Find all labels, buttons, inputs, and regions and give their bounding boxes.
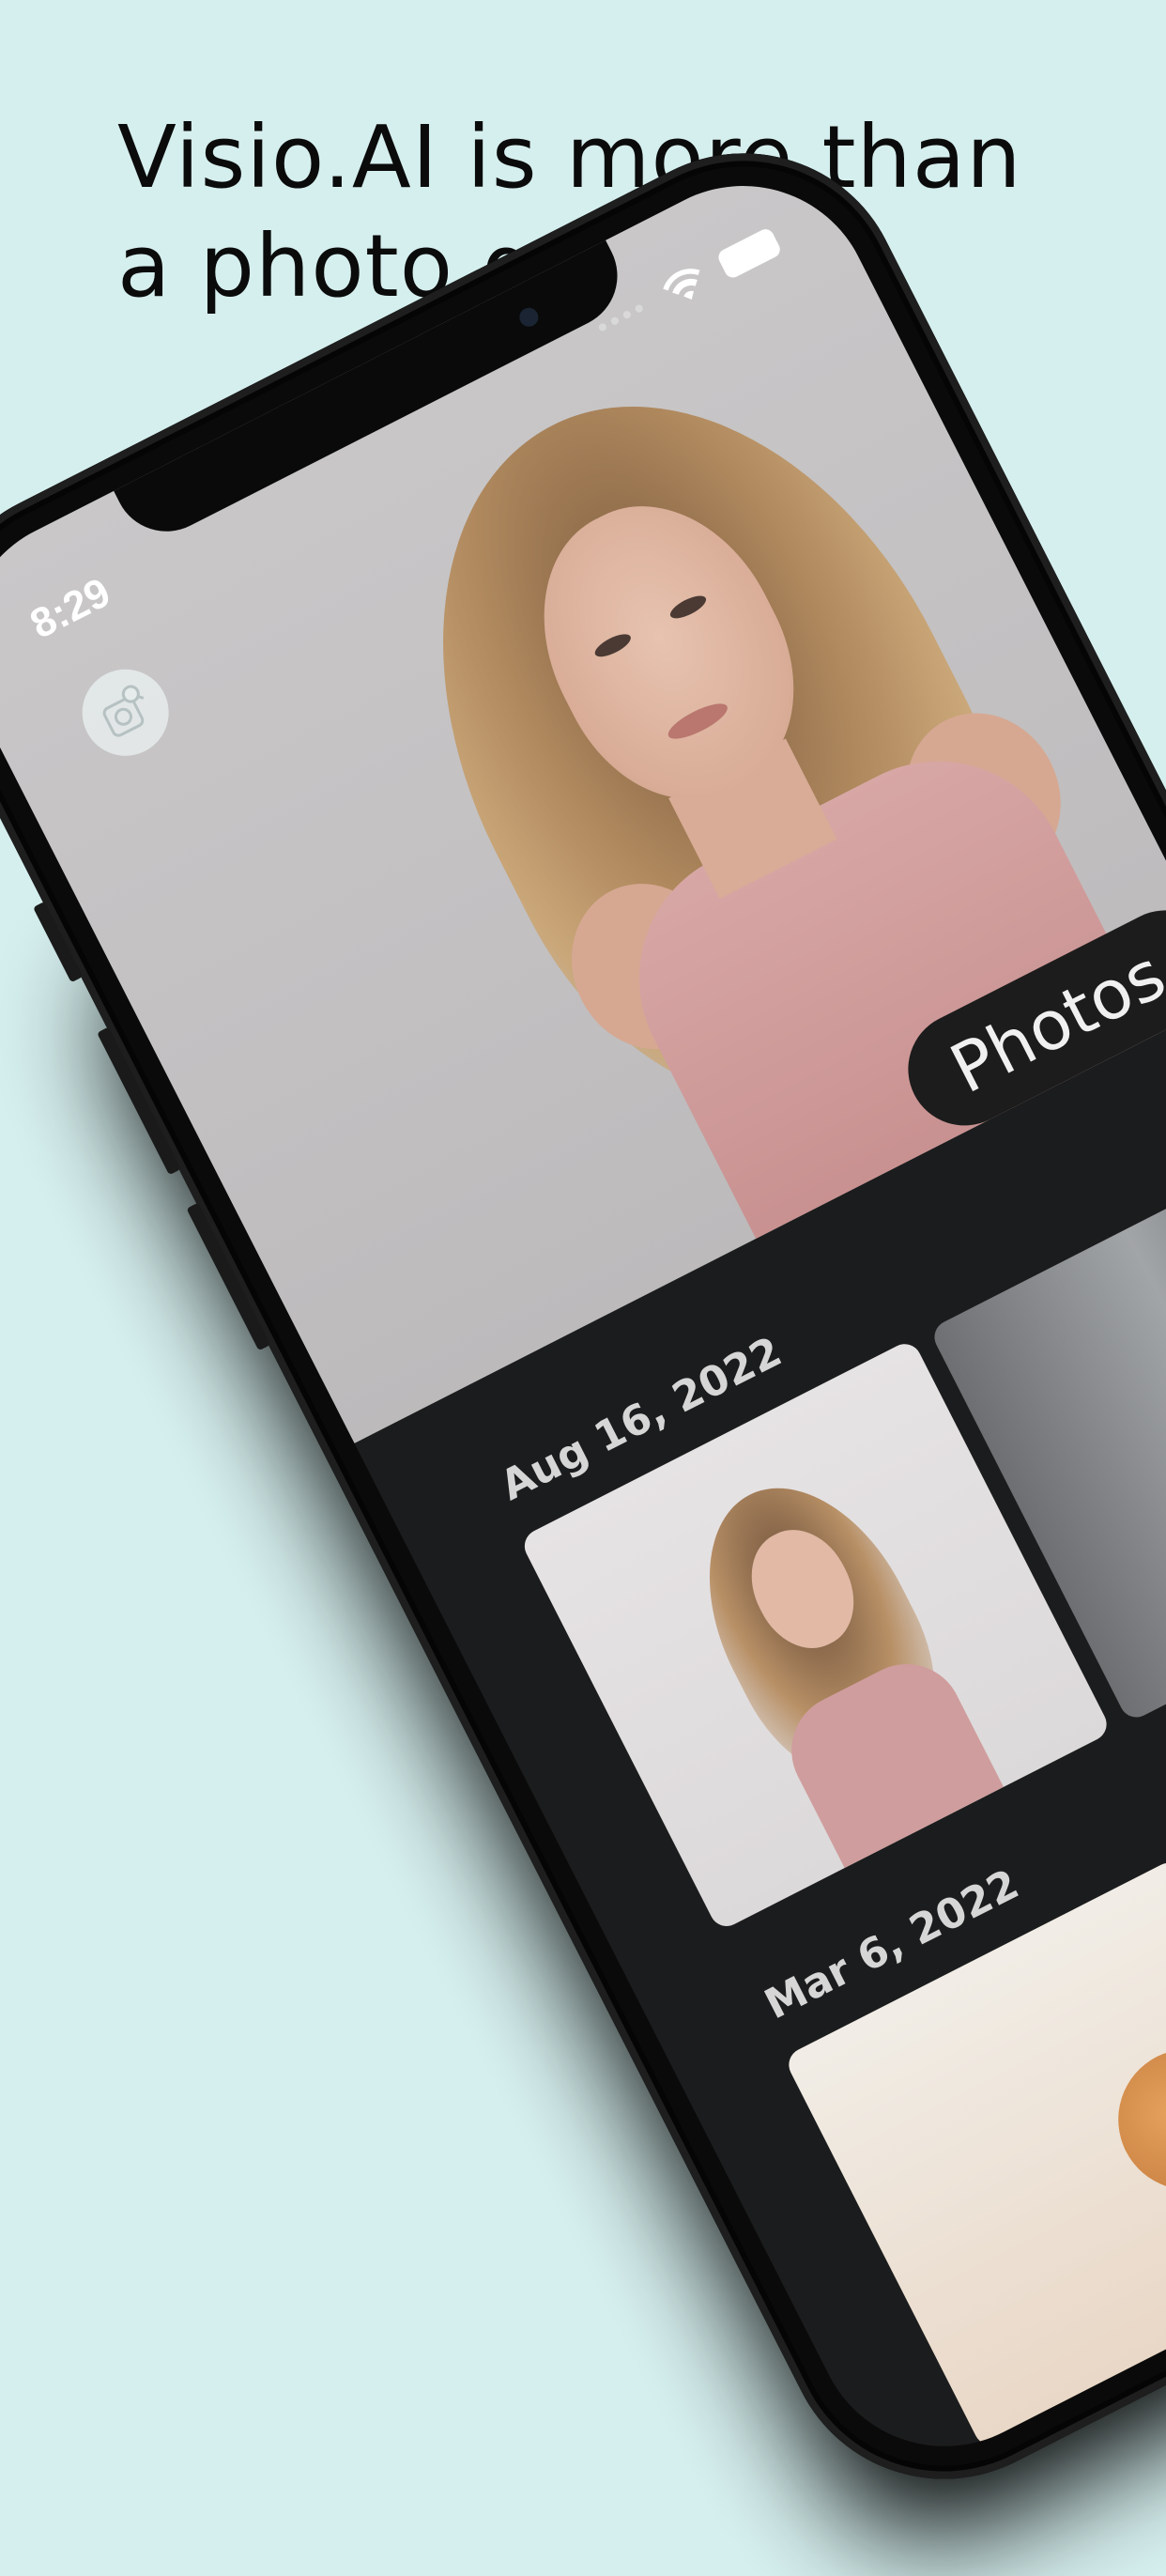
hero-photo[interactable] [0,141,1166,1443]
photo-search-icon [102,685,145,737]
thumbnail-cat [1094,2024,1166,2214]
